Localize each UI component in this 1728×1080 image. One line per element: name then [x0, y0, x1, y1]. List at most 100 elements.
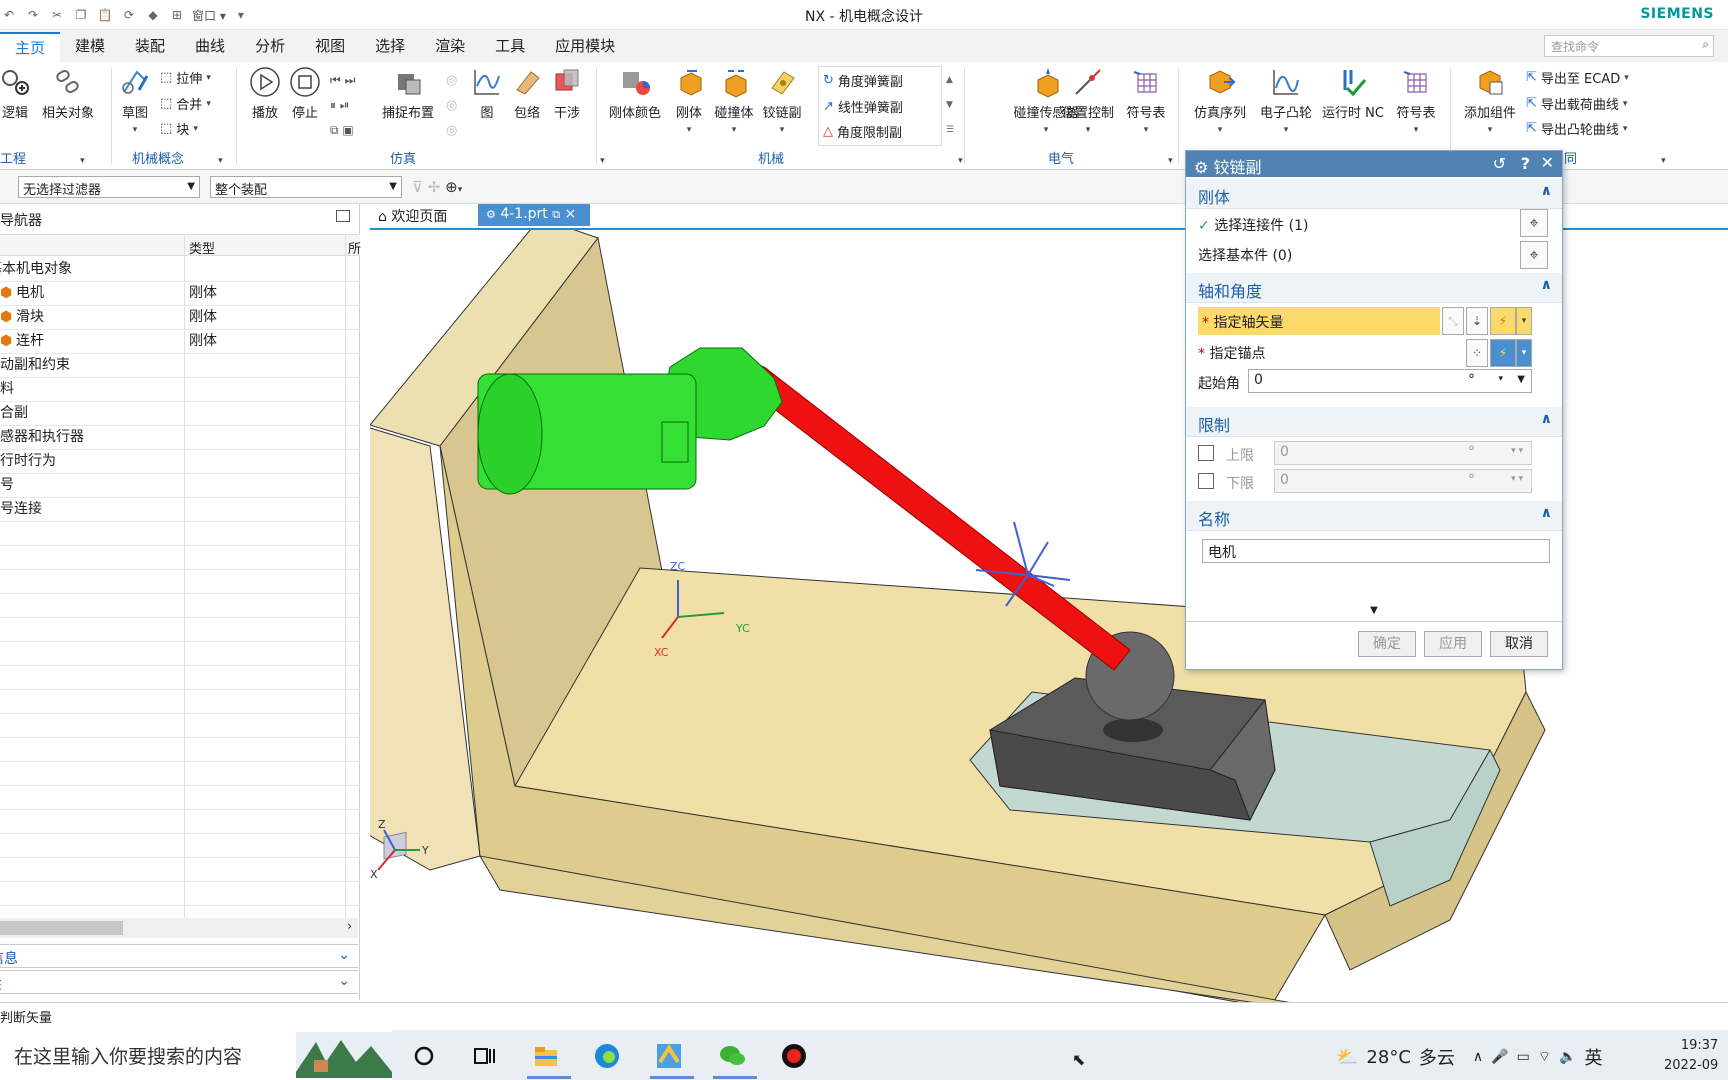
- point-dropdown[interactable]: ▾: [1516, 339, 1532, 367]
- rigid-color-button[interactable]: 刚体颜色: [606, 66, 664, 121]
- ime-indicator[interactable]: 英: [1584, 1044, 1602, 1070]
- edge-browser-icon[interactable]: [593, 1042, 621, 1070]
- tab-applications[interactable]: 应用模块: [540, 32, 630, 62]
- vector-dialog-icon[interactable]: ⤡: [1442, 307, 1464, 335]
- axis-angle-section-header[interactable]: 轴和角度 ∧: [1186, 273, 1562, 303]
- cut-icon[interactable]: ✂: [48, 6, 66, 24]
- stop-button[interactable]: 停止: [288, 66, 322, 121]
- tree-row[interactable]: 信号连接: [0, 498, 360, 522]
- extra-column-header[interactable]: 所: [348, 238, 361, 257]
- close-icon[interactable]: ×: [565, 206, 577, 222]
- group-label-project[interactable]: 工程 ▾: [0, 148, 85, 167]
- export-load-curve-button[interactable]: ⇱ 导出载荷曲线 ▾: [1526, 94, 1627, 113]
- microphone-icon[interactable]: 🎤: [1491, 1049, 1508, 1065]
- extrude-button[interactable]: ⬚ 拉伸 ▾: [160, 68, 211, 87]
- limit-section-header[interactable]: 限制 ∧: [1186, 407, 1562, 437]
- tab-home[interactable]: 主页: [0, 32, 61, 62]
- sim-sequence-button[interactable]: 仿真序列 ▾: [1188, 66, 1252, 136]
- tree-row[interactable]: ⬢ 电机 刚体: [0, 282, 360, 306]
- related-object-button[interactable]: 相关对象: [38, 66, 98, 121]
- tree-row[interactable]: ⬢ 滑块 刚体: [0, 306, 360, 330]
- logic-button[interactable]: 逻辑: [0, 66, 30, 121]
- inferred-vector-icon[interactable]: ⚡: [1490, 307, 1516, 335]
- weather-description[interactable]: 多云: [1419, 1044, 1455, 1070]
- point-dialog-icon[interactable]: ⁘: [1466, 339, 1488, 367]
- value-dropdown[interactable]: ▾ ▾: [1511, 474, 1523, 484]
- upper-limit-input[interactable]: 0 ° ▾ ▾: [1274, 441, 1532, 465]
- redo-icon[interactable]: ↷: [24, 6, 42, 24]
- snapshot-icon[interactable]: ⧉: [330, 123, 339, 137]
- select-base-part[interactable]: 选择基本件 (0): [1198, 245, 1292, 265]
- collision-body-button[interactable]: 碰撞体 ▾: [712, 66, 756, 136]
- tab-select[interactable]: 选择: [360, 32, 420, 62]
- tree-row[interactable]: 传感器和执行器: [0, 426, 360, 450]
- window-switch-icon[interactable]: ⊞: [168, 6, 186, 24]
- unite-button[interactable]: ⬚ 合并 ▾: [160, 94, 211, 113]
- collapse-up-icon[interactable]: ∧: [1541, 411, 1552, 427]
- layout-icon[interactable]: ▣: [342, 123, 353, 137]
- tab-curve[interactable]: 曲线: [180, 32, 240, 62]
- repeat-command-icon[interactable]: ⟳: [120, 6, 138, 24]
- inferred-point-icon[interactable]: ⚡: [1490, 339, 1516, 367]
- undo-icon[interactable]: ↶: [0, 6, 18, 24]
- chevron-down-icon[interactable]: ⌄: [338, 947, 350, 963]
- search-icon[interactable]: ⌕: [1702, 37, 1709, 52]
- touch-mode-icon[interactable]: ◆: [144, 6, 162, 24]
- group-label-mech-concept[interactable]: 机械概念 ▾: [132, 148, 223, 167]
- hinge-joint-button[interactable]: 铰链副 ▾: [760, 66, 804, 136]
- select-base-picker[interactable]: ⌖: [1520, 241, 1548, 269]
- group-label-mechanical[interactable]: 机械 ▾: [758, 148, 963, 167]
- tab-analysis[interactable]: 分析: [240, 32, 300, 62]
- position-control-button[interactable]: 位置控制 ▾: [1058, 66, 1118, 136]
- info-panel-header[interactable]: 信息⌄: [0, 944, 358, 968]
- task-view-icon[interactable]: [470, 1042, 498, 1070]
- property-panel-header[interactable]: 性⌄: [0, 970, 358, 994]
- angular-limit-joint-button[interactable]: △ 角度限制副: [823, 122, 902, 141]
- export-cam-curve-button[interactable]: ⇱ 导出凸轮曲线 ▾: [1526, 119, 1627, 138]
- cortana-icon[interactable]: [410, 1042, 438, 1070]
- chevron-up-icon[interactable]: ∧: [1473, 1049, 1483, 1065]
- rewind-icon[interactable]: ⏮: [330, 73, 341, 87]
- value-dropdown[interactable]: ▾ ▾: [1511, 446, 1523, 456]
- step-forward-icon[interactable]: ⏭: [345, 73, 356, 87]
- tree-row[interactable]: 信号: [0, 474, 360, 498]
- lower-limit-checkbox[interactable]: [1198, 473, 1214, 489]
- tab-view[interactable]: 视图: [300, 32, 360, 62]
- collapse-up-icon[interactable]: ∧: [1541, 183, 1552, 199]
- group-label-electrical[interactable]: 电气 ▾: [1048, 148, 1173, 167]
- command-search-input[interactable]: 查找命令 ⌕: [1544, 35, 1714, 57]
- tab-modeling[interactable]: 建模: [60, 32, 120, 62]
- tab-tools[interactable]: 工具: [480, 32, 540, 62]
- type-column-header[interactable]: 类型: [189, 238, 215, 257]
- weather-temperature[interactable]: 28°C: [1366, 1047, 1410, 1068]
- lower-limit-input[interactable]: 0 ° ▾ ▾: [1274, 469, 1532, 493]
- battery-icon[interactable]: ▭: [1517, 1049, 1530, 1065]
- interference-button[interactable]: 干涉: [550, 66, 584, 121]
- collapse-up-icon[interactable]: ∧: [1541, 505, 1552, 521]
- paste-icon[interactable]: 📋: [96, 6, 114, 24]
- apply-button[interactable]: 应用: [1424, 631, 1482, 657]
- name-input[interactable]: 电机: [1202, 539, 1550, 563]
- taskbar-search-box[interactable]: 在这里输入你要搜索的内容: [0, 1030, 392, 1080]
- scrollbar-thumb[interactable]: [0, 921, 123, 935]
- tab-render[interactable]: 渲染: [420, 32, 480, 62]
- group-label-design-coord[interactable]: 同 ▾: [1564, 148, 1666, 167]
- more-options-icon[interactable]: ▼: [1186, 605, 1562, 616]
- volume-icon[interactable]: 🔈: [1559, 1049, 1576, 1065]
- cancel-button[interactable]: 取消: [1490, 631, 1548, 657]
- symbol-table-button[interactable]: 符号表 ▾: [1124, 66, 1168, 136]
- vector-dropdown[interactable]: ▾: [1516, 307, 1532, 335]
- capture-layout-button[interactable]: 捕捉布置: [378, 66, 438, 121]
- close-icon[interactable]: ✕: [1541, 153, 1554, 172]
- copy-icon[interactable]: ❐: [72, 6, 90, 24]
- specify-axis-vector-row[interactable]: * 指定轴矢量: [1198, 307, 1440, 335]
- filter-icon[interactable]: ⊽: [412, 178, 423, 196]
- symbol-table-2-button[interactable]: 符号表 ▾: [1392, 66, 1440, 136]
- runtime-nc-button[interactable]: 运行时 NC: [1320, 66, 1386, 121]
- tree-row[interactable]: 耦合副: [0, 402, 360, 426]
- tab-part-file[interactable]: ⚙ 4-1.prt ⧉ ×: [478, 204, 590, 226]
- clock[interactable]: 19:37 2022-09: [1664, 1036, 1718, 1076]
- tab-welcome-page[interactable]: ⌂ 欢迎页面: [370, 204, 470, 226]
- linear-spring-joint-button[interactable]: ↗ 线性弹簧副: [823, 97, 903, 116]
- sketch-button[interactable]: 草图 ▾: [118, 66, 152, 136]
